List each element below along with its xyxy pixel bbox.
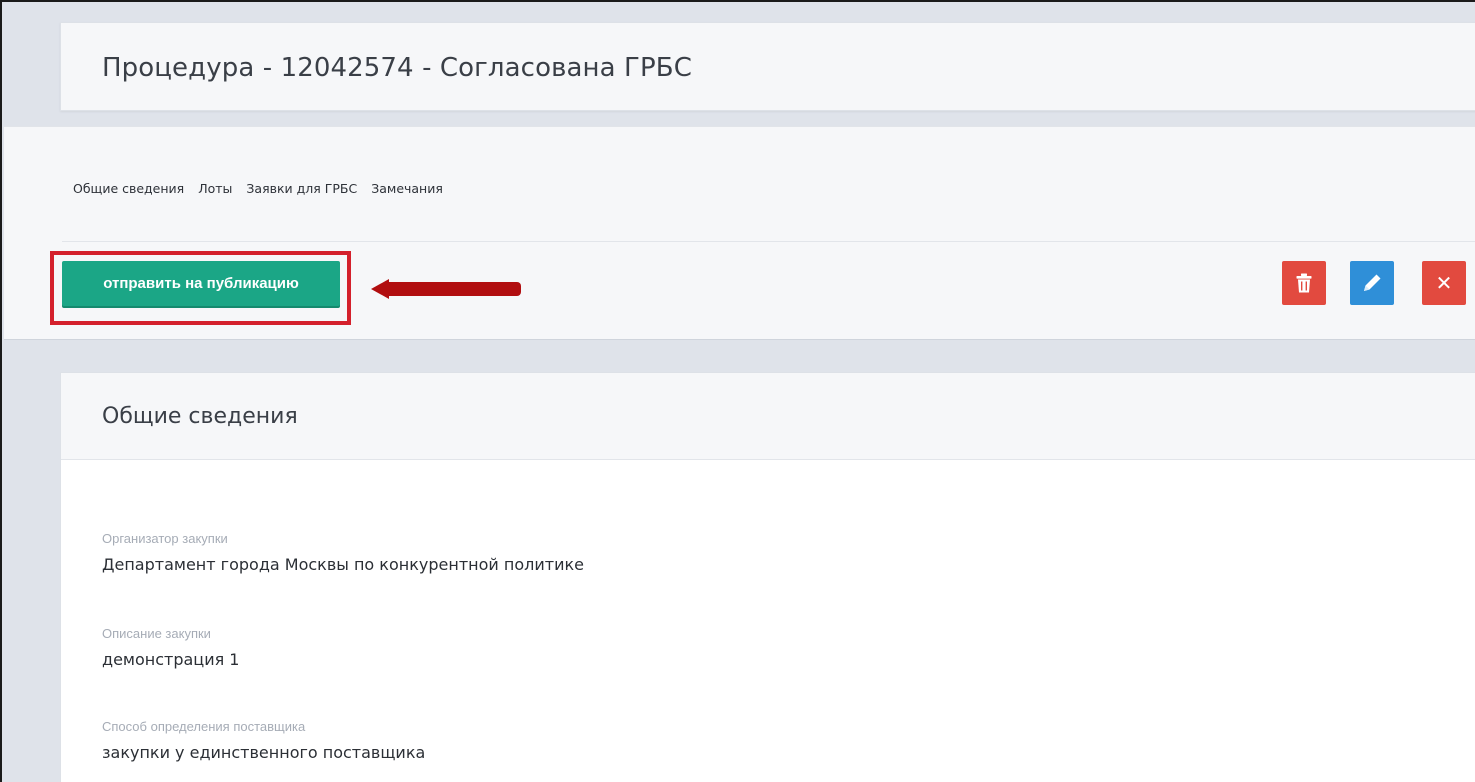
field-label: Способ определения поставщика <box>102 719 306 734</box>
close-icon: ✕ <box>1435 271 1453 295</box>
field-purchase-organizer: Организатор закупки Департамент города М… <box>102 531 584 574</box>
field-value: Департамент города Москвы по конкурентно… <box>102 555 584 574</box>
page-title: Процедура - 12042574 - Согласована ГРБС <box>102 53 692 83</box>
edit-button[interactable] <box>1350 261 1394 305</box>
tab-general-info[interactable]: Общие сведения <box>73 181 184 196</box>
field-label: Организатор закупки <box>102 531 228 546</box>
tab-lots[interactable]: Лоты <box>198 181 232 196</box>
trash-icon <box>1296 273 1312 293</box>
field-value: демонстрация 1 <box>102 650 240 669</box>
divider <box>62 241 1475 242</box>
pencil-icon <box>1364 274 1381 291</box>
tab-bar: Общие сведения Лоты Заявки для ГРБС Заме… <box>73 181 457 196</box>
app-frame: Процедура - 12042574 - Согласована ГРБС … <box>0 0 1475 782</box>
toolbar-band: Общие сведения Лоты Заявки для ГРБС Заме… <box>4 126 1475 340</box>
field-purchase-description: Описание закупки демонстрация 1 <box>102 626 239 669</box>
card-header: Общие сведения <box>61 373 1475 460</box>
tab-remarks[interactable]: Замечания <box>371 181 443 196</box>
general-info-card: Общие сведения Организатор закупки Депар… <box>60 372 1475 782</box>
send-to-publication-button[interactable]: отправить на публикацию <box>62 261 340 306</box>
page-header: Процедура - 12042574 - Согласована ГРБС <box>60 22 1475 111</box>
tab-applications-grbs[interactable]: Заявки для ГРБС <box>246 181 357 196</box>
field-label: Описание закупки <box>102 626 211 641</box>
section-title: Общие сведения <box>102 404 298 429</box>
field-value: закупки у единственного поставщика <box>102 743 426 762</box>
field-supplier-method: Способ определения поставщика закупки у … <box>102 719 425 762</box>
pointer-arrow-icon <box>371 279 521 299</box>
close-button[interactable]: ✕ <box>1422 261 1466 305</box>
delete-button[interactable] <box>1282 261 1326 305</box>
